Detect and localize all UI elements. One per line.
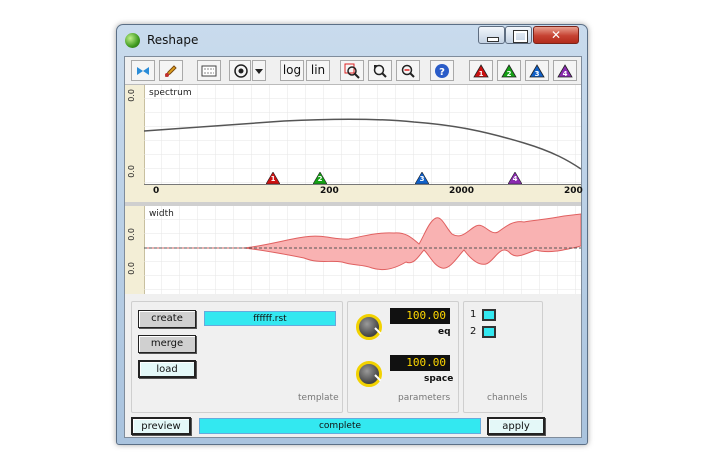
merge-button[interactable]: merge	[138, 335, 196, 353]
pencil-button[interactable]	[159, 60, 183, 81]
spectrum-side-label-top: 0.0	[127, 89, 136, 102]
width-title: width	[149, 209, 174, 219]
pencil-icon	[164, 65, 177, 78]
target-dropdown[interactable]	[252, 60, 266, 81]
zoom-reset-icon	[373, 64, 387, 78]
grid-icon	[201, 65, 217, 77]
marker-1-button[interactable]: 1	[469, 60, 493, 81]
width-plot[interactable]: 0.0 0.0 width	[125, 206, 581, 294]
spectrum-marker-4[interactable]: 4	[508, 172, 522, 184]
marker-3-button[interactable]: 3	[525, 60, 549, 81]
control-panel: create merge load ffffff.rst template 10…	[125, 295, 581, 437]
minimize-icon	[487, 37, 499, 42]
preview-button[interactable]: preview	[131, 417, 191, 435]
channel-1-label: 1	[470, 309, 477, 320]
title-bar[interactable]: Reshape ✕	[117, 25, 587, 55]
channels-group: 1 2 channels	[463, 301, 543, 413]
svg-text:2: 2	[507, 70, 512, 78]
marker-4-button[interactable]: 4	[553, 60, 577, 81]
target-button[interactable]	[229, 60, 251, 81]
spectrum-marker-label: 2	[317, 175, 323, 183]
spectrum-plot[interactable]: 0.0 0.0 spectrum 1 2 3 4 0 200 2000 200	[125, 85, 583, 202]
toolbar: log lin ? 1 2 3 4	[125, 57, 581, 85]
zoom-box-icon	[344, 63, 360, 79]
close-button[interactable]: ✕	[533, 26, 579, 44]
template-group-label: template	[298, 393, 339, 403]
apply-button[interactable]: apply	[487, 417, 545, 435]
zoom-out-icon	[401, 64, 415, 78]
status-bar: complete	[199, 418, 481, 434]
app-icon	[125, 33, 140, 48]
target-icon	[234, 64, 248, 78]
lin-button[interactable]: lin	[306, 60, 330, 81]
zoom-box-button[interactable]	[340, 60, 364, 81]
channel-1-toggle[interactable]	[482, 309, 496, 321]
eq-label: eq	[438, 327, 451, 337]
minimize-button[interactable]	[478, 26, 505, 44]
frequency-axis: 0 200 2000 200	[144, 184, 583, 202]
pin-button[interactable]	[131, 60, 155, 81]
marker-2-button[interactable]: 2	[497, 60, 521, 81]
marker-triangle-icon: 3	[529, 64, 545, 78]
eq-value-display: 100.00	[390, 308, 450, 324]
close-icon: ✕	[550, 28, 562, 42]
svg-text:3: 3	[535, 70, 540, 78]
spectrum-title: spectrum	[149, 88, 192, 98]
marker-triangle-icon: 1	[473, 64, 489, 78]
parameters-group: 100.00 eq 100.00 space parameters	[347, 301, 459, 413]
pin-icon	[137, 67, 149, 75]
marker-triangle-icon: 4	[557, 64, 573, 78]
load-button[interactable]: load	[138, 360, 196, 378]
space-value-display: 100.00	[390, 355, 450, 371]
spectrum-marker-label: 4	[512, 175, 518, 183]
template-file-field[interactable]: ffffff.rst	[204, 311, 336, 326]
channel-2-label: 2	[470, 326, 477, 337]
maximize-icon	[513, 30, 528, 43]
spectrum-side-ruler: 0.0 0.0	[125, 85, 145, 202]
channel-2-toggle[interactable]	[482, 326, 496, 338]
spectrum-marker-3[interactable]: 3	[415, 172, 429, 184]
x-tick-label: 2000	[449, 186, 475, 196]
width-side-label-bottom: 0.0	[127, 262, 136, 275]
parameters-group-label: parameters	[398, 393, 451, 403]
maximize-button[interactable]	[505, 26, 532, 44]
spectrum-marker-1[interactable]: 1	[266, 172, 280, 184]
create-button[interactable]: create	[138, 310, 196, 328]
spectrum-canvas	[144, 85, 581, 184]
space-knob[interactable]	[356, 361, 382, 387]
template-group: create merge load ffffff.rst template	[131, 301, 343, 413]
zoom-reset-button[interactable]	[368, 60, 392, 81]
dropdown-icon	[255, 69, 263, 74]
log-button[interactable]: log	[280, 60, 304, 81]
width-side-ruler: 0.0 0.0	[125, 206, 145, 294]
width-canvas	[144, 206, 581, 294]
space-label: space	[424, 374, 454, 384]
width-side-label-top: 0.0	[127, 228, 136, 241]
spectrum-marker-label: 3	[419, 175, 425, 183]
svg-text:1: 1	[479, 70, 484, 78]
eq-knob[interactable]	[356, 314, 382, 340]
x-tick-label: 0	[153, 186, 160, 196]
help-button[interactable]: ?	[430, 60, 454, 81]
marker-triangle-icon: 2	[501, 64, 517, 78]
window-title: Reshape	[147, 33, 199, 47]
svg-text:4: 4	[563, 70, 568, 78]
grid-button[interactable]	[197, 60, 221, 81]
zoom-out-button[interactable]	[396, 60, 420, 81]
x-tick-label: 200	[320, 186, 339, 196]
reshape-window: Reshape ✕ log lin ? 1 2 3 4 0.0 0.0 spec…	[116, 24, 588, 445]
spectrum-marker-label: 1	[270, 175, 276, 183]
channels-group-label: channels	[487, 393, 528, 403]
svg-text:?: ?	[439, 67, 445, 78]
client-area: log lin ? 1 2 3 4 0.0 0.0 spectrum 1 2 3 4 …	[124, 56, 583, 438]
x-tick-label: 200	[564, 186, 583, 196]
spectrum-marker-2[interactable]: 2	[313, 172, 327, 184]
help-icon: ?	[435, 64, 449, 78]
spectrum-side-label-bottom: 0.0	[127, 165, 136, 178]
